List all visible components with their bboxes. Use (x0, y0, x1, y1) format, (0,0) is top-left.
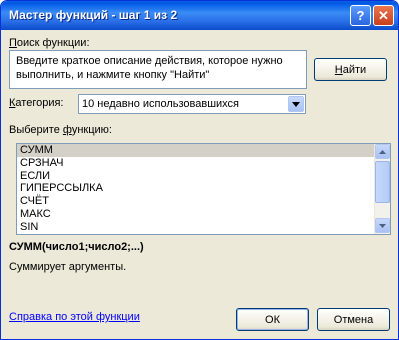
function-description: Суммирует аргументы. (9, 261, 127, 273)
close-button[interactable]: ✕ (373, 5, 394, 26)
list-item[interactable]: МАКС (17, 208, 390, 221)
function-signature: СУММ(число1;число2;...) (9, 241, 144, 253)
chevron-down-icon (379, 223, 386, 228)
title-bar[interactable]: Мастер функций - шаг 1 из 2 ? ✕ (1, 1, 398, 30)
ok-button[interactable]: ОК (236, 308, 309, 331)
category-label: Категория: (9, 97, 64, 109)
dialog-body: Поиск функции: Введите краткое описание … (4, 30, 395, 338)
list-item[interactable]: SIN (17, 221, 390, 234)
window-title: Мастер функций - шаг 1 из 2 (9, 8, 178, 22)
search-label: Поиск функции: (9, 37, 90, 49)
list-item[interactable]: ЕСЛИ (17, 170, 390, 183)
scroll-up-button[interactable] (375, 144, 390, 159)
chevron-up-icon (379, 149, 386, 154)
function-list-label: Выберите функцию: (9, 124, 112, 136)
list-item[interactable]: СЧЁТ (17, 195, 390, 208)
scroll-thumb[interactable] (375, 161, 390, 203)
list-item[interactable]: ГИПЕРССЫЛКА (17, 182, 390, 195)
help-icon: ? (356, 8, 365, 23)
function-wizard-dialog: Мастер функций - шаг 1 из 2 ? ✕ Поиск фу… (0, 0, 399, 340)
cancel-button[interactable]: Отмена (317, 308, 390, 331)
category-select[interactable]: 10 недавно использовавшихся (78, 94, 306, 114)
list-item[interactable]: СУММ (17, 144, 390, 157)
chevron-down-icon[interactable] (288, 96, 304, 112)
list-item[interactable]: СРЗНАЧ (17, 157, 390, 170)
help-link[interactable]: Справка по этой функции (9, 311, 140, 323)
scroll-down-button[interactable] (375, 218, 390, 233)
function-listbox[interactable]: СУММ СРЗНАЧ ЕСЛИ ГИПЕРССЫЛКА СЧЁТ МАКС S… (16, 143, 391, 235)
list-scrollbar[interactable] (374, 144, 390, 234)
find-button[interactable]: Найти (314, 58, 387, 81)
category-selected-value: 10 недавно использовавшихся (82, 98, 240, 110)
close-icon: ✕ (378, 7, 389, 23)
search-input[interactable]: Введите краткое описание действия, котор… (9, 50, 307, 89)
help-button[interactable]: ? (350, 5, 371, 26)
